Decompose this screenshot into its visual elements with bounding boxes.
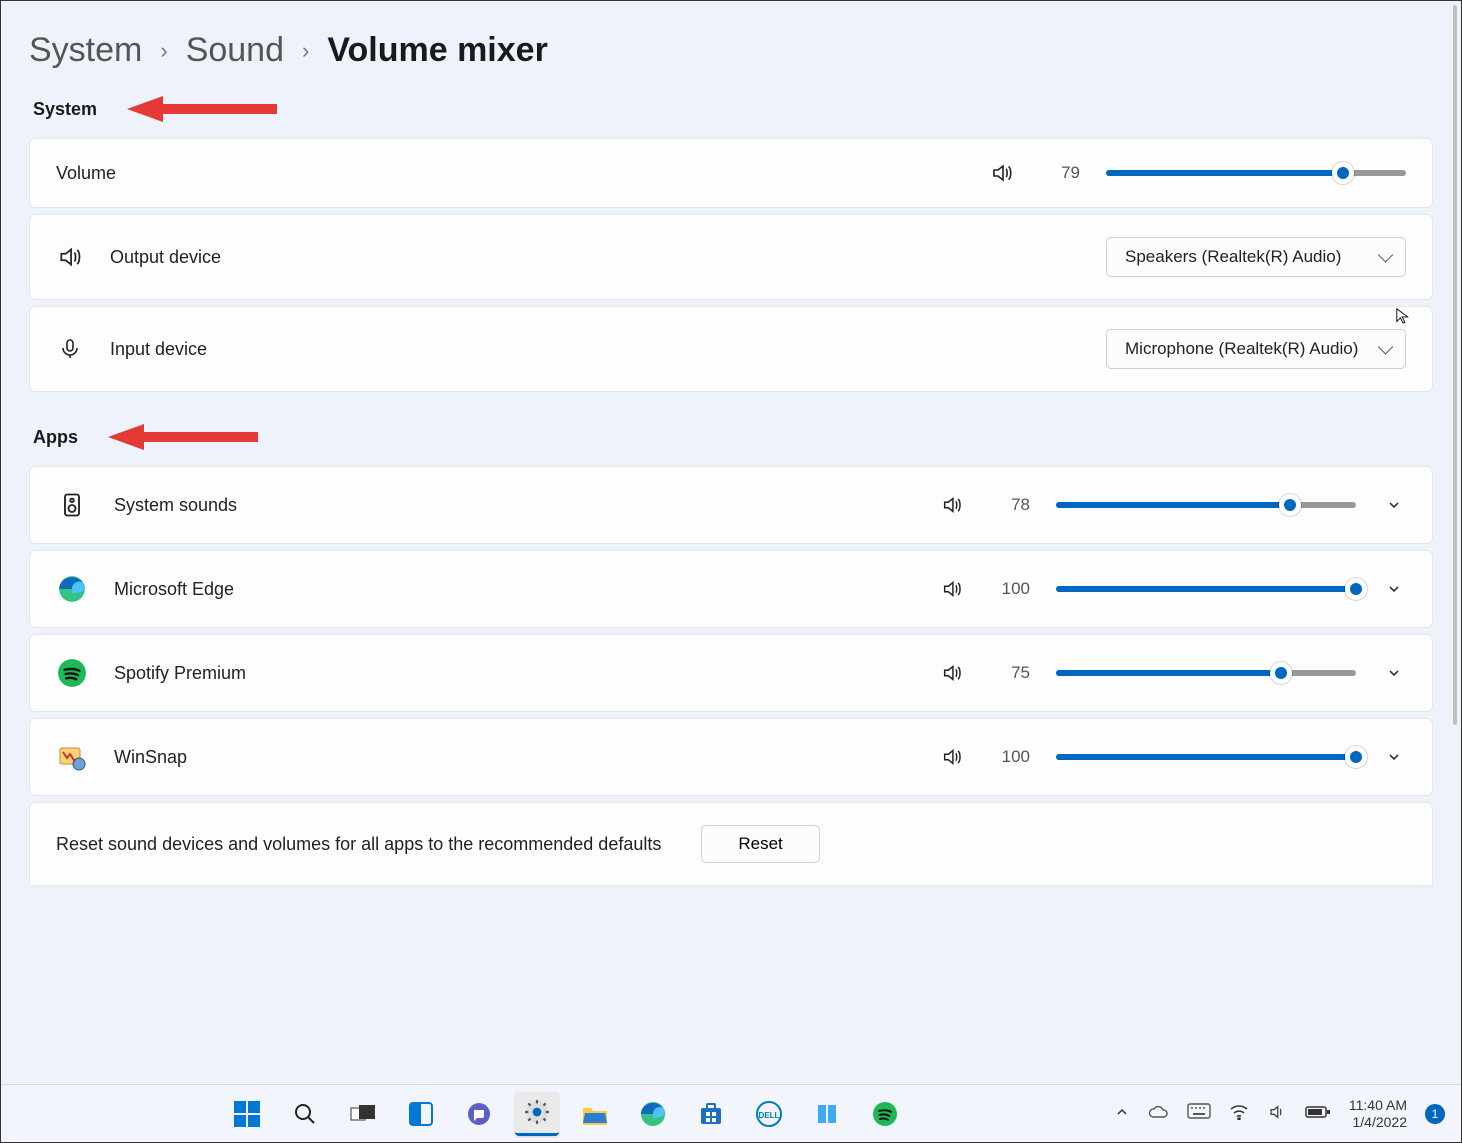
app-volume-slider[interactable] xyxy=(1056,586,1356,592)
winsnap-icon xyxy=(56,741,88,773)
reset-description: Reset sound devices and volumes for all … xyxy=(56,834,661,855)
output-device-label: Output device xyxy=(110,247,221,268)
section-system-label: System xyxy=(33,99,97,120)
input-device-dropdown[interactable]: Microphone (Realtek(R) Audio) xyxy=(1106,329,1406,369)
system-volume-card: Volume 79 xyxy=(29,138,1433,208)
taskbar-date: 1/4/2022 xyxy=(1349,1114,1407,1131)
microphone-icon xyxy=(56,335,84,363)
input-device-label: Input device xyxy=(110,339,207,360)
slider-fill xyxy=(1056,586,1356,592)
app-volume-card: System sounds 78 xyxy=(29,466,1433,544)
app-volume-slider[interactable] xyxy=(1056,754,1356,760)
slider-thumb[interactable] xyxy=(1345,746,1367,768)
volume-tray-icon[interactable] xyxy=(1267,1103,1287,1124)
expand-chevron-icon[interactable] xyxy=(1382,749,1406,765)
app-volume-card: WinSnap 100 xyxy=(29,718,1433,796)
chevron-right-icon: › xyxy=(160,38,167,64)
taskbar: DELL 11:40 AM 1/4/2022 1 xyxy=(1,1084,1461,1142)
expand-chevron-icon[interactable] xyxy=(1382,581,1406,597)
speaker-icon[interactable] xyxy=(940,745,964,769)
svg-text:DELL: DELL xyxy=(758,1111,779,1120)
speaker-box-icon xyxy=(56,489,88,521)
reset-card: Reset sound devices and volumes for all … xyxy=(29,802,1433,886)
tray-expand-icon[interactable] xyxy=(1115,1105,1129,1122)
slider-fill xyxy=(1056,502,1290,508)
app-volume-value: 100 xyxy=(990,579,1030,599)
app-volume-value: 75 xyxy=(990,663,1030,683)
section-apps-label: Apps xyxy=(33,427,78,448)
chevron-right-icon: › xyxy=(302,38,309,64)
slider-fill xyxy=(1056,670,1281,676)
wifi-tray-icon[interactable] xyxy=(1229,1104,1249,1123)
breadcrumb-system[interactable]: System xyxy=(29,31,142,70)
spotify-icon xyxy=(56,657,88,689)
app-volume-value: 100 xyxy=(990,747,1030,767)
app-name: WinSnap xyxy=(114,747,187,768)
taskbar-right: 11:40 AM 1/4/2022 1 xyxy=(1115,1097,1445,1131)
edge-icon xyxy=(56,573,88,605)
app-icon[interactable] xyxy=(805,1092,849,1136)
app-name: System sounds xyxy=(114,495,237,516)
app-volume-card: Spotify Premium 75 xyxy=(29,634,1433,712)
expand-chevron-icon[interactable] xyxy=(1382,665,1406,681)
taskbar-clock[interactable]: 11:40 AM 1/4/2022 xyxy=(1349,1097,1407,1131)
mouse-cursor-icon xyxy=(1395,307,1413,325)
speaker-icon[interactable] xyxy=(990,161,1014,185)
file-explorer-icon[interactable] xyxy=(573,1092,617,1136)
annotation-arrow-icon xyxy=(127,94,277,124)
spotify-app-icon[interactable] xyxy=(863,1092,907,1136)
onedrive-tray-icon[interactable] xyxy=(1147,1104,1169,1123)
slider-fill xyxy=(1106,170,1343,176)
dell-app-icon[interactable]: DELL xyxy=(747,1092,791,1136)
breadcrumb-sound[interactable]: Sound xyxy=(186,31,284,70)
slider-thumb[interactable] xyxy=(1279,494,1301,516)
settings-content: System › Sound › Volume mixer System Vol… xyxy=(1,1,1461,1082)
widgets-button[interactable] xyxy=(399,1092,443,1136)
app-name: Spotify Premium xyxy=(114,663,246,684)
expand-chevron-icon[interactable] xyxy=(1382,497,1406,513)
battery-tray-icon[interactable] xyxy=(1305,1105,1331,1122)
output-device-dropdown[interactable]: Speakers (Realtek(R) Audio) xyxy=(1106,237,1406,277)
output-device-card: Output device Speakers (Realtek(R) Audio… xyxy=(29,214,1433,300)
scrollbar[interactable] xyxy=(1453,5,1457,725)
taskbar-time: 11:40 AM xyxy=(1349,1097,1407,1114)
start-button[interactable] xyxy=(225,1092,269,1136)
annotation-arrow-icon xyxy=(108,422,258,452)
section-system-row: System xyxy=(33,94,1433,124)
slider-fill xyxy=(1056,754,1356,760)
app-name: Microsoft Edge xyxy=(114,579,234,600)
keyboard-tray-icon[interactable] xyxy=(1187,1103,1211,1124)
volume-slider[interactable] xyxy=(1106,170,1406,176)
app-volume-value: 78 xyxy=(990,495,1030,515)
microsoft-store-icon[interactable] xyxy=(689,1092,733,1136)
slider-thumb[interactable] xyxy=(1332,162,1354,184)
speaker-icon xyxy=(56,243,84,271)
app-volume-card: Microsoft Edge 100 xyxy=(29,550,1433,628)
breadcrumb: System › Sound › Volume mixer xyxy=(29,31,1433,70)
app-volume-slider[interactable] xyxy=(1056,670,1356,676)
breadcrumb-volume-mixer: Volume mixer xyxy=(327,31,547,70)
speaker-icon[interactable] xyxy=(940,493,964,517)
settings-app-icon[interactable] xyxy=(515,1092,559,1136)
apps-list: System sounds 78 Microsoft Edge 100 Spot… xyxy=(29,466,1433,796)
slider-thumb[interactable] xyxy=(1345,578,1367,600)
notification-badge[interactable]: 1 xyxy=(1425,1104,1445,1124)
speaker-icon[interactable] xyxy=(940,577,964,601)
input-device-card: Input device Microphone (Realtek(R) Audi… xyxy=(29,306,1433,392)
speaker-icon[interactable] xyxy=(940,661,964,685)
chat-button[interactable] xyxy=(457,1092,501,1136)
taskbar-center: DELL xyxy=(17,1092,1115,1136)
slider-thumb[interactable] xyxy=(1270,662,1292,684)
search-button[interactable] xyxy=(283,1092,327,1136)
app-volume-slider[interactable] xyxy=(1056,502,1356,508)
volume-label: Volume xyxy=(56,163,116,184)
volume-value: 79 xyxy=(1040,163,1080,183)
section-apps-row: Apps xyxy=(33,422,1433,452)
reset-button[interactable]: Reset xyxy=(701,825,819,863)
edge-app-icon[interactable] xyxy=(631,1092,675,1136)
task-view-button[interactable] xyxy=(341,1092,385,1136)
